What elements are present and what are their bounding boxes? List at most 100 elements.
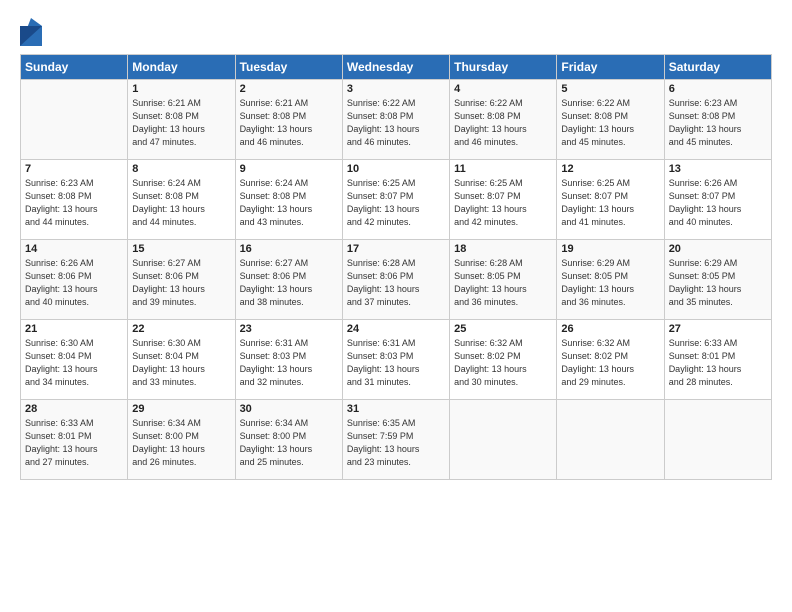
day-cell: 27Sunrise: 6:33 AM Sunset: 8:01 PM Dayli… — [664, 320, 771, 400]
calendar-table: SundayMondayTuesdayWednesdayThursdayFrid… — [20, 54, 772, 480]
day-cell: 20 Sunrise: 6:29 AM Sunset: 8:05 PM Dayli… — [664, 240, 771, 320]
day-cell: 2 Sunrise: 6:21 AM Sunset: 8:08 PM Daylig… — [235, 80, 342, 160]
day-info: Sunrise: 6:24 AM Sunset: 8:08 PM Dayligh… — [132, 178, 205, 227]
day-cell: 12 Sunrise: 6:25 AM Sunset: 8:07 PM Dayli… — [557, 160, 664, 240]
week-row-2: 7 Sunrise: 6:23 AM Sunset: 8:08 PM Daylig… — [21, 160, 772, 240]
day-info: Sunrise: 6:23 AM Sunset: 8:08 PM Dayligh… — [25, 178, 98, 227]
col-header-friday: Friday — [557, 55, 664, 80]
day-number: 6 — [669, 83, 767, 95]
week-row-1: 1 Sunrise: 6:21 AM Sunset: 8:08 PM Daylig… — [21, 80, 772, 160]
day-number: 7 — [25, 163, 123, 175]
logo — [20, 18, 46, 46]
day-cell — [664, 400, 771, 480]
page: SundayMondayTuesdayWednesdayThursdayFrid… — [0, 0, 792, 612]
day-cell: 22 Sunrise: 6:30 AM Sunset: 8:04 PM Dayli… — [128, 320, 235, 400]
day-cell: 26 Sunrise: 6:32 AM Sunset: 8:02 PM Dayli… — [557, 320, 664, 400]
day-number: 2 — [240, 83, 338, 95]
day-number: 12 — [561, 163, 659, 175]
day-number: 17 — [347, 243, 445, 255]
day-info: Sunrise: 6:32 AM Sunset: 8:02 PM Dayligh… — [561, 338, 634, 387]
day-number: 20 — [669, 243, 767, 255]
day-cell: 18 Sunrise: 6:28 AM Sunset: 8:05 PM Dayli… — [450, 240, 557, 320]
day-cell: 23 Sunrise: 6:31 AM Sunset: 8:03 PM Dayli… — [235, 320, 342, 400]
day-number: 16 — [240, 243, 338, 255]
day-info: Sunrise: 6:27 AM Sunset: 8:06 PM Dayligh… — [132, 258, 205, 307]
day-cell: 30Sunrise: 6:34 AM Sunset: 8:00 PM Dayli… — [235, 400, 342, 480]
day-cell: 13 Sunrise: 6:26 AM Sunset: 8:07 PM Dayli… — [664, 160, 771, 240]
day-cell: 7 Sunrise: 6:23 AM Sunset: 8:08 PM Daylig… — [21, 160, 128, 240]
day-cell: 6 Sunrise: 6:23 AM Sunset: 8:08 PM Daylig… — [664, 80, 771, 160]
week-row-5: 28 Sunrise: 6:33 AM Sunset: 8:01 PM Dayli… — [21, 400, 772, 480]
col-header-sunday: Sunday — [21, 55, 128, 80]
day-info: Sunrise: 6:30 AM Sunset: 8:04 PM Dayligh… — [132, 338, 205, 387]
day-info: Sunrise: 6:26 AM Sunset: 8:06 PM Dayligh… — [25, 258, 98, 307]
day-number: 1 — [132, 83, 230, 95]
day-cell: 5Sunrise: 6:22 AM Sunset: 8:08 PM Daylig… — [557, 80, 664, 160]
day-cell: 31 Sunrise: 6:35 AM Sunset: 7:59 PM Dayli… — [342, 400, 449, 480]
col-header-saturday: Saturday — [664, 55, 771, 80]
day-cell: 19Sunrise: 6:29 AM Sunset: 8:05 PM Dayli… — [557, 240, 664, 320]
day-number: 19 — [561, 243, 659, 255]
day-info: Sunrise: 6:33 AM Sunset: 8:01 PM Dayligh… — [669, 338, 742, 387]
day-cell: 9 Sunrise: 6:24 AM Sunset: 8:08 PM Daylig… — [235, 160, 342, 240]
day-number: 18 — [454, 243, 552, 255]
day-cell — [450, 400, 557, 480]
day-info: Sunrise: 6:25 AM Sunset: 8:07 PM Dayligh… — [454, 178, 527, 227]
day-info: Sunrise: 6:30 AM Sunset: 8:04 PM Dayligh… — [25, 338, 98, 387]
day-number: 8 — [132, 163, 230, 175]
day-cell: 3Sunrise: 6:22 AM Sunset: 8:08 PM Daylig… — [342, 80, 449, 160]
day-number: 15 — [132, 243, 230, 255]
day-info: Sunrise: 6:21 AM Sunset: 8:08 PM Dayligh… — [240, 98, 313, 147]
day-number: 11 — [454, 163, 552, 175]
day-info: Sunrise: 6:25 AM Sunset: 8:07 PM Dayligh… — [561, 178, 634, 227]
day-info: Sunrise: 6:32 AM Sunset: 8:02 PM Dayligh… — [454, 338, 527, 387]
day-number: 31 — [347, 403, 445, 415]
day-number: 9 — [240, 163, 338, 175]
day-cell: 28 Sunrise: 6:33 AM Sunset: 8:01 PM Dayli… — [21, 400, 128, 480]
day-cell: 8 Sunrise: 6:24 AM Sunset: 8:08 PM Daylig… — [128, 160, 235, 240]
header — [20, 18, 772, 46]
day-cell: 11 Sunrise: 6:25 AM Sunset: 8:07 PM Dayli… — [450, 160, 557, 240]
day-info: Sunrise: 6:29 AM Sunset: 8:05 PM Dayligh… — [669, 258, 742, 307]
day-cell: 14 Sunrise: 6:26 AM Sunset: 8:06 PM Dayli… — [21, 240, 128, 320]
day-info: Sunrise: 6:21 AM Sunset: 8:08 PM Dayligh… — [132, 98, 205, 147]
day-number: 28 — [25, 403, 123, 415]
day-info: Sunrise: 6:26 AM Sunset: 8:07 PM Dayligh… — [669, 178, 742, 227]
week-row-4: 21 Sunrise: 6:30 AM Sunset: 8:04 PM Dayli… — [21, 320, 772, 400]
day-info: Sunrise: 6:22 AM Sunset: 8:08 PM Dayligh… — [561, 98, 634, 147]
col-header-tuesday: Tuesday — [235, 55, 342, 80]
day-info: Sunrise: 6:34 AM Sunset: 8:00 PM Dayligh… — [132, 418, 205, 467]
day-info: Sunrise: 6:35 AM Sunset: 7:59 PM Dayligh… — [347, 418, 420, 467]
day-cell: 16 Sunrise: 6:27 AM Sunset: 8:06 PM Dayli… — [235, 240, 342, 320]
day-number: 22 — [132, 323, 230, 335]
col-header-thursday: Thursday — [450, 55, 557, 80]
day-number: 24 — [347, 323, 445, 335]
day-number: 13 — [669, 163, 767, 175]
week-row-3: 14 Sunrise: 6:26 AM Sunset: 8:06 PM Dayli… — [21, 240, 772, 320]
day-info: Sunrise: 6:22 AM Sunset: 8:08 PM Dayligh… — [454, 98, 527, 147]
day-cell: 25 Sunrise: 6:32 AM Sunset: 8:02 PM Dayli… — [450, 320, 557, 400]
day-info: Sunrise: 6:28 AM Sunset: 8:05 PM Dayligh… — [454, 258, 527, 307]
day-info: Sunrise: 6:28 AM Sunset: 8:06 PM Dayligh… — [347, 258, 420, 307]
day-number: 23 — [240, 323, 338, 335]
day-info: Sunrise: 6:23 AM Sunset: 8:08 PM Dayligh… — [669, 98, 742, 147]
day-number: 14 — [25, 243, 123, 255]
day-cell: 15 Sunrise: 6:27 AM Sunset: 8:06 PM Dayli… — [128, 240, 235, 320]
day-info: Sunrise: 6:24 AM Sunset: 8:08 PM Dayligh… — [240, 178, 313, 227]
day-number: 21 — [25, 323, 123, 335]
day-number: 25 — [454, 323, 552, 335]
day-info: Sunrise: 6:33 AM Sunset: 8:01 PM Dayligh… — [25, 418, 98, 467]
day-number: 4 — [454, 83, 552, 95]
day-number: 10 — [347, 163, 445, 175]
day-info: Sunrise: 6:27 AM Sunset: 8:06 PM Dayligh… — [240, 258, 313, 307]
day-info: Sunrise: 6:31 AM Sunset: 8:03 PM Dayligh… — [240, 338, 313, 387]
day-number: 26 — [561, 323, 659, 335]
day-number: 3 — [347, 83, 445, 95]
logo-icon — [20, 18, 42, 46]
day-cell — [21, 80, 128, 160]
day-cell: 29Sunrise: 6:34 AM Sunset: 8:00 PM Dayli… — [128, 400, 235, 480]
day-cell: 17 Sunrise: 6:28 AM Sunset: 8:06 PM Dayli… — [342, 240, 449, 320]
day-cell: 10Sunrise: 6:25 AM Sunset: 8:07 PM Dayli… — [342, 160, 449, 240]
day-cell: 4 Sunrise: 6:22 AM Sunset: 8:08 PM Daylig… — [450, 80, 557, 160]
day-info: Sunrise: 6:31 AM Sunset: 8:03 PM Dayligh… — [347, 338, 420, 387]
